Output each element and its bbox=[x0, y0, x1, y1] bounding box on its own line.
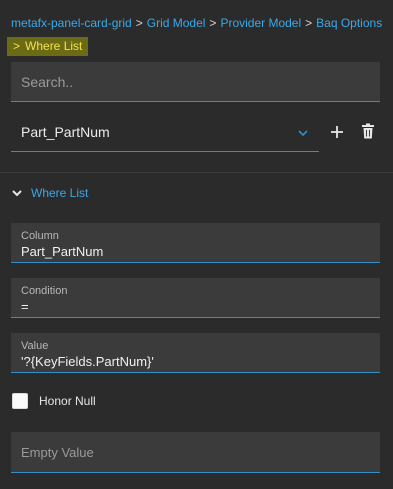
column-field[interactable]: Column Part_PartNum bbox=[11, 223, 380, 263]
empty-value-box bbox=[11, 432, 380, 473]
condition-field[interactable]: Condition = bbox=[11, 278, 380, 318]
breadcrumb-current-label: Where List bbox=[25, 39, 83, 53]
chevron-down-icon bbox=[298, 130, 308, 137]
breadcrumb-current: > Where List bbox=[7, 37, 89, 56]
breadcrumb-item-grid-model[interactable]: Grid Model bbox=[147, 16, 206, 30]
breadcrumb-item-baq-options[interactable]: Baq Options bbox=[316, 16, 382, 30]
select-value: Part_PartNum bbox=[21, 124, 110, 140]
empty-value-input[interactable] bbox=[11, 432, 380, 472]
honor-null-checkbox[interactable] bbox=[12, 393, 28, 409]
value-label: Value bbox=[21, 340, 49, 352]
breadcrumb-separator: > bbox=[135, 16, 143, 30]
breadcrumb-item-metafx-panel-card-grid[interactable]: metafx-panel-card-grid bbox=[11, 16, 132, 30]
condition-label: Condition bbox=[21, 285, 68, 297]
trash-icon[interactable] bbox=[361, 123, 375, 139]
honor-null-label: Honor Null bbox=[39, 394, 96, 408]
value-field[interactable]: Value '?{KeyFields.PartNum}' bbox=[11, 333, 380, 373]
chevron-down-icon bbox=[12, 190, 22, 197]
divider bbox=[0, 172, 393, 173]
breadcrumb-item-provider-model[interactable]: Provider Model bbox=[220, 16, 301, 30]
column-label: Column bbox=[21, 230, 59, 242]
search-input[interactable] bbox=[11, 62, 380, 101]
section-title: Where List bbox=[31, 186, 89, 200]
where-item-select[interactable]: Part_PartNum bbox=[11, 114, 319, 152]
breadcrumb-separator: > bbox=[13, 39, 21, 53]
where-list-section-toggle[interactable]: Where List bbox=[11, 184, 88, 202]
honor-null-option[interactable]: Honor Null bbox=[12, 393, 96, 409]
value-value: '?{KeyFields.PartNum}' bbox=[21, 354, 154, 369]
search-box bbox=[11, 62, 380, 102]
condition-value: = bbox=[21, 299, 29, 314]
column-value: Part_PartNum bbox=[21, 244, 104, 259]
plus-icon[interactable] bbox=[329, 124, 345, 140]
breadcrumb-separator: > bbox=[305, 16, 313, 30]
breadcrumb-separator: > bbox=[209, 16, 217, 30]
breadcrumb: metafx-panel-card-grid > Grid Model > Provid… bbox=[7, 14, 383, 56]
